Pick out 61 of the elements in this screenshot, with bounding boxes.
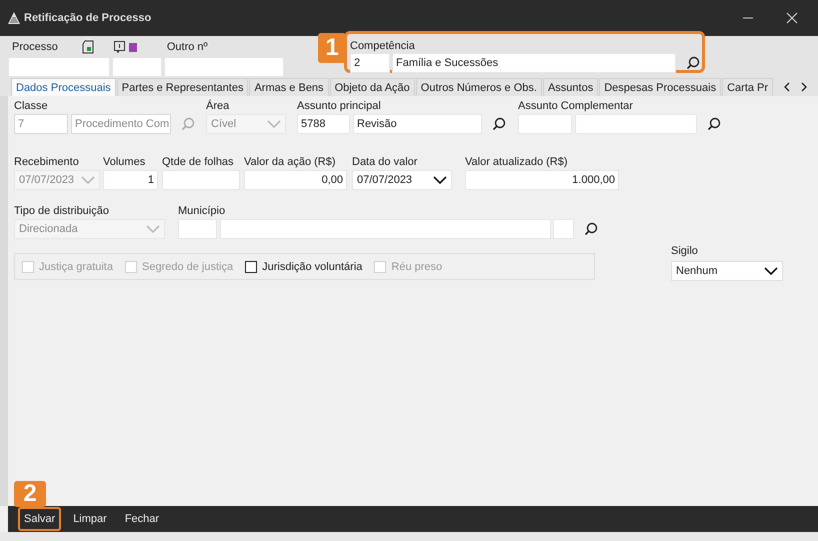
- dropdown[interactable]: Nenhum: [671, 261, 783, 281]
- action-button[interactable]: Fechar: [118, 507, 166, 531]
- field-label: Classe: [14, 100, 49, 113]
- dropdown[interactable]: 07/07/2023: [352, 170, 452, 190]
- chevron-down-icon[interactable]: [433, 176, 447, 184]
- input-field[interactable]: [553, 219, 574, 239]
- field-label: Município: [178, 205, 226, 218]
- step-marker: 1: [318, 33, 346, 63]
- search-icon[interactable]: [584, 222, 598, 236]
- number-field[interactable]: 1: [103, 170, 158, 190]
- field-label: Processo: [12, 40, 58, 54]
- pyramid-logo-icon: [8, 12, 20, 24]
- close-icon[interactable]: [786, 12, 798, 24]
- number-field[interactable]: 1.000,00: [465, 170, 619, 190]
- action-button[interactable]: Limpar: [67, 507, 113, 531]
- chevron-left-icon[interactable]: [783, 82, 792, 92]
- field-label: Sigilo: [671, 245, 699, 258]
- field-label: Competência: [350, 40, 415, 52]
- number-field[interactable]: [162, 170, 240, 190]
- document-icon[interactable]: [82, 40, 94, 54]
- search-icon[interactable]: [707, 117, 721, 131]
- tab[interactable]: Carta Pr: [722, 78, 774, 96]
- field-label: Assunto Complementar: [518, 100, 634, 113]
- field-label: Qtde de folhas: [162, 156, 235, 169]
- tab[interactable]: Outros Números e Obs.: [416, 78, 542, 96]
- step-marker: 2: [14, 481, 46, 507]
- field-label: Recebimento: [14, 156, 80, 169]
- code-field[interactable]: 5788: [297, 114, 350, 134]
- name-field[interactable]: Revisão: [353, 114, 482, 134]
- search-icon[interactable]: [492, 117, 506, 131]
- name-field[interactable]: [220, 219, 551, 239]
- chevron-down-icon[interactable]: [764, 267, 778, 275]
- number-field[interactable]: 0,00: [244, 170, 347, 190]
- tab[interactable]: Assuntos: [542, 78, 598, 96]
- info-icon[interactable]: [114, 41, 125, 53]
- field-label: Valor da ação (R$): [244, 156, 337, 169]
- code-field[interactable]: 2: [350, 53, 390, 73]
- checkbox[interactable]: Jurisdição voluntária: [245, 260, 362, 272]
- name-field[interactable]: [575, 114, 697, 134]
- field-label: Data do valor: [352, 156, 418, 169]
- tab[interactable]: Objeto da Ação: [330, 78, 415, 96]
- window-title: Retificação de Processo: [24, 12, 152, 24]
- chevron-right-icon[interactable]: [800, 82, 808, 92]
- blurred-field[interactable]: [112, 57, 162, 77]
- field-label: Valor atualizado (R$): [465, 156, 569, 169]
- code-field[interactable]: [518, 114, 572, 134]
- status-square-icon: [128, 42, 137, 52]
- search-icon[interactable]: [686, 56, 700, 70]
- tab[interactable]: Partes e Representantes: [116, 78, 248, 96]
- tab[interactable]: Dados Processuais: [11, 78, 116, 96]
- field-label: Tipo de distribuição: [14, 205, 110, 218]
- input-field[interactable]: [164, 57, 284, 77]
- field-label: Assunto principal: [297, 100, 382, 113]
- field-label: Outro nº: [166, 40, 208, 54]
- code-field[interactable]: [178, 219, 217, 239]
- field-label: Área: [206, 100, 230, 113]
- blurred-field[interactable]: [8, 57, 110, 77]
- name-field[interactable]: Família e Sucessões: [392, 53, 676, 73]
- tab[interactable]: Despesas Processuais: [599, 78, 722, 96]
- field-label: Volumes: [103, 156, 146, 169]
- tab[interactable]: Armas e Bens: [249, 78, 329, 96]
